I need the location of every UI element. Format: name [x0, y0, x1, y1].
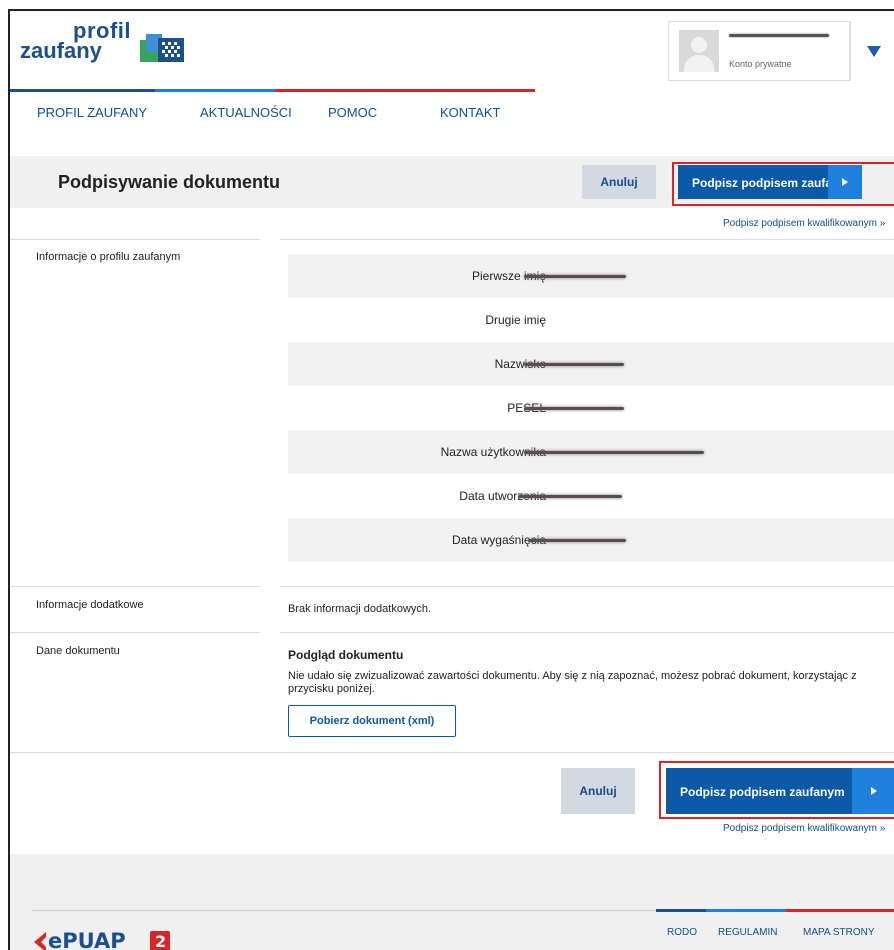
user-name-redacted [729, 34, 829, 37]
footer-link-regulamin[interactable]: REGULAMIN [718, 927, 777, 938]
info-row: PESEL [288, 386, 894, 430]
additional-info-text: Brak informacji dodatkowych. [288, 603, 432, 615]
divider [10, 752, 894, 753]
nav-item-kontakt[interactable]: KONTAKT [440, 105, 500, 120]
info-row: Data wygaśnięcia [288, 518, 894, 562]
nav-item-pomoc[interactable]: POMOC [328, 105, 377, 120]
account-type-label: Konto prywatne [729, 59, 792, 69]
info-row: Data utworzenia [288, 474, 894, 518]
info-row: Nazwisko [288, 342, 894, 386]
redacted-value [518, 495, 622, 498]
document-preview-title: Podgląd dokumentu [288, 648, 404, 662]
qualified-signature-link-top[interactable]: Podpisz podpisem kwalifikowanym » [723, 218, 885, 229]
logo-line2: zaufany [20, 38, 102, 63]
nav-item-aktualnosci[interactable]: AKTUALNOŚCI [200, 105, 292, 120]
avatar [679, 30, 719, 72]
redacted-value [524, 407, 624, 410]
divider [280, 632, 894, 633]
play-arrow-icon [852, 768, 894, 814]
redacted-value [524, 275, 626, 278]
redacted-value [524, 363, 624, 366]
main-nav: PROFIL ZAUFANY AKTUALNOŚCI POMOC KONTAKT [10, 93, 894, 127]
field-label: Drugie imię [485, 313, 546, 327]
redacted-value [528, 539, 626, 542]
qualified-signature-link-bottom[interactable]: Podpisz podpisem kwalifikowanym » [723, 823, 885, 834]
footer: ePUAP 2 RODO REGULAMIN MAPA STRONY [10, 854, 894, 950]
info-row: Nazwa użytkownika [288, 430, 894, 474]
document-preview-text: Nie udało się zwizualizować zawartości d… [288, 670, 857, 695]
section-label-additional: Informacje dodatkowe [36, 599, 144, 611]
info-row: Drugie imię [288, 298, 894, 342]
divider [10, 239, 260, 240]
footer-link-rodo[interactable]: RODO [667, 927, 697, 938]
redacted-value [524, 451, 704, 454]
epuap-logo-badge: 2 [155, 932, 166, 950]
header: profil zaufany Konto prywatne [10, 11, 894, 91]
download-document-button[interactable]: Pobierz dokument (xml) [288, 705, 456, 737]
play-arrow-icon [828, 165, 862, 199]
title-bar: Podpisywanie dokumentu Anuluj Podpisz po… [10, 156, 894, 208]
cancel-button-top[interactable]: Anuluj [582, 165, 656, 199]
sign-button-label: Podpisz podpisem zaufanym [680, 785, 845, 799]
divider [10, 586, 260, 587]
divider [10, 632, 260, 633]
sign-trusted-button-top[interactable]: Podpisz podpisem zaufanym [678, 165, 862, 199]
cancel-button-bottom[interactable]: Anuluj [561, 768, 635, 814]
profil-zaufany-logo[interactable]: profil zaufany [20, 18, 190, 78]
user-account-box[interactable]: Konto prywatne [668, 21, 850, 81]
divider [280, 239, 894, 240]
epuap-logo-text: ePUAP [48, 929, 126, 950]
section-label-document: Dane dokumentu [36, 645, 120, 657]
section-label-profile: Informacje o profilu zaufanym [36, 251, 181, 263]
divider [280, 586, 894, 587]
page-frame: profil zaufany Konto prywatne PROFIL ZAU… [8, 9, 894, 950]
logo-mark-icon [140, 34, 184, 62]
chevron-down-icon [867, 46, 881, 57]
user-menu-toggle[interactable] [850, 21, 894, 81]
nav-item-profil-zaufany[interactable]: PROFIL ZAUFANY [37, 105, 147, 120]
info-row: Pierwsze imię [288, 254, 894, 298]
footer-link-mapa-strony[interactable]: MAPA STRONY [803, 927, 875, 938]
sign-trusted-button-bottom[interactable]: Podpisz podpisem zaufanym [666, 768, 894, 814]
page-title: Podpisywanie dokumentu [58, 172, 281, 192]
epuap-logo[interactable]: ePUAP 2 [32, 928, 172, 950]
